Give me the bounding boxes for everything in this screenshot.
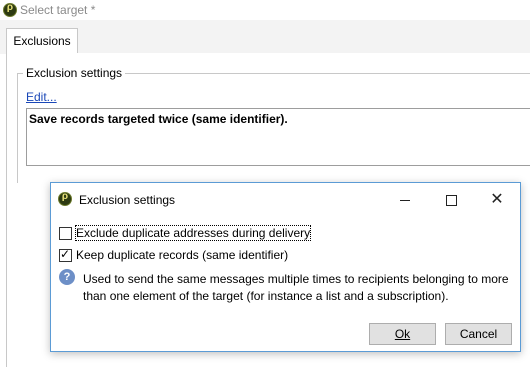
window-title-bar: Select target * [0,0,530,20]
ok-button[interactable]: Ok [369,323,436,345]
exclusion-settings-dialog: Exclusion settings ✕ Exclude duplicate a… [50,182,521,352]
tab-strip: Exclusions [0,20,530,54]
exclude-duplicate-addresses-checkbox[interactable] [59,227,72,240]
window-title: Select target * [20,3,96,17]
exclude-duplicate-addresses-label[interactable]: Exclude duplicate addresses during deliv… [74,225,312,241]
keep-duplicate-records-label[interactable]: Keep duplicate records (same identifier) [76,248,288,262]
group-title: Exclusion settings [23,66,126,80]
question-mark-icon: ? [59,269,75,285]
dialog-title-bar: Exclusion settings ✕ [51,183,520,215]
app-logo-icon [3,2,17,17]
exclusion-summary: Save records targeted twice (same identi… [26,108,530,166]
dialog-title: Exclusion settings [79,193,176,207]
edit-link[interactable]: Edit... [26,90,57,104]
maximize-button[interactable] [428,183,474,215]
ok-button-label: Ok [394,327,411,341]
close-button[interactable]: ✕ [474,183,520,215]
option-description: Used to send the same messages multiple … [83,272,509,303]
tab-exclusions[interactable]: Exclusions [6,28,78,54]
minimize-icon [400,199,410,201]
app-logo-icon [58,191,72,206]
close-icon: ✕ [490,189,504,208]
keep-duplicate-records-checkbox[interactable] [59,247,72,262]
minimize-button[interactable] [382,183,428,215]
maximize-icon [445,194,457,206]
cancel-button[interactable]: Cancel [445,323,512,345]
